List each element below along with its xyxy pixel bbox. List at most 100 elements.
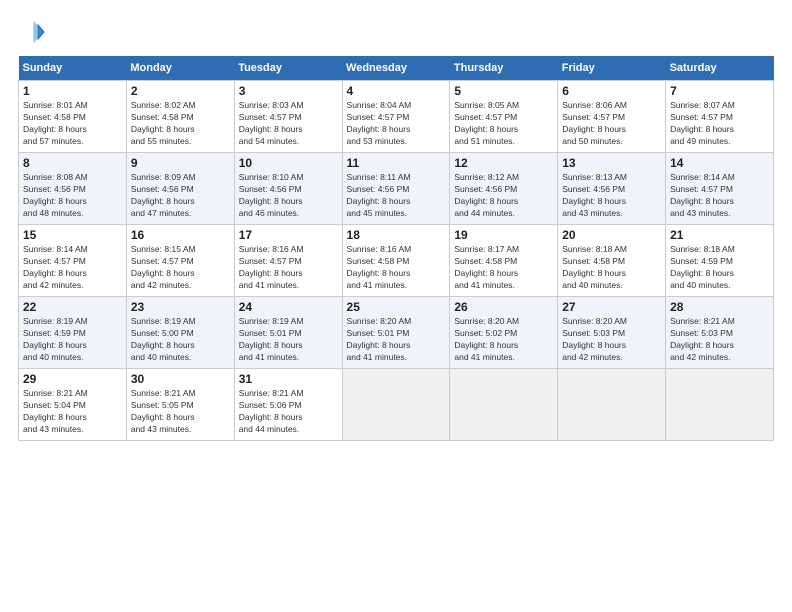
calendar-day-29: 29 Sunrise: 8:21 AMSunset: 5:04 PMDayligh… <box>19 369 127 441</box>
day-number: 9 <box>131 156 230 170</box>
day-detail: Sunrise: 8:18 AMSunset: 4:59 PMDaylight:… <box>670 244 735 290</box>
day-number: 31 <box>239 372 338 386</box>
day-detail: Sunrise: 8:21 AMSunset: 5:06 PMDaylight:… <box>239 388 304 434</box>
calendar-day-31: 31 Sunrise: 8:21 AMSunset: 5:06 PMDayligh… <box>234 369 342 441</box>
calendar-day-empty <box>558 369 666 441</box>
calendar-day-empty <box>450 369 558 441</box>
day-number: 18 <box>347 228 446 242</box>
calendar-table: SundayMondayTuesdayWednesdayThursdayFrid… <box>18 56 774 441</box>
calendar-day-10: 10Sunrise: 8:10 AMSunset: 4:56 PMDayligh… <box>234 153 342 225</box>
week-row-3: 22 Sunrise: 8:19 AMSunset: 4:59 PMDayligh… <box>19 297 774 369</box>
day-detail: Sunrise: 8:21 AMSunset: 5:03 PMDaylight:… <box>670 316 735 362</box>
day-number: 5 <box>454 84 553 98</box>
day-detail: Sunrise: 8:20 AMSunset: 5:02 PMDaylight:… <box>454 316 519 362</box>
day-detail: Sunrise: 8:06 AMSunset: 4:57 PMDaylight:… <box>562 100 627 146</box>
calendar-day-6: 6 Sunrise: 8:06 AMSunset: 4:57 PMDaylight… <box>558 81 666 153</box>
day-detail: Sunrise: 8:19 AMSunset: 5:00 PMDaylight:… <box>131 316 196 362</box>
week-row-4: 29 Sunrise: 8:21 AMSunset: 5:04 PMDayligh… <box>19 369 774 441</box>
day-detail: Sunrise: 8:05 AMSunset: 4:57 PMDaylight:… <box>454 100 519 146</box>
day-detail: Sunrise: 8:15 AMSunset: 4:57 PMDaylight:… <box>131 244 196 290</box>
day-number: 20 <box>562 228 661 242</box>
day-number: 21 <box>670 228 769 242</box>
day-detail: Sunrise: 8:03 AMSunset: 4:57 PMDaylight:… <box>239 100 304 146</box>
day-detail: Sunrise: 8:20 AMSunset: 5:03 PMDaylight:… <box>562 316 627 362</box>
day-detail: Sunrise: 8:13 AMSunset: 4:56 PMDaylight:… <box>562 172 627 218</box>
calendar-day-12: 12 Sunrise: 8:12 AMSunset: 4:56 PMDayligh… <box>450 153 558 225</box>
day-number: 2 <box>131 84 230 98</box>
day-number: 19 <box>454 228 553 242</box>
day-header-tuesday: Tuesday <box>234 56 342 81</box>
day-detail: Sunrise: 8:02 AMSunset: 4:58 PMDaylight:… <box>131 100 196 146</box>
day-detail: Sunrise: 8:18 AMSunset: 4:58 PMDaylight:… <box>562 244 627 290</box>
calendar-day-25: 25 Sunrise: 8:20 AMSunset: 5:01 PMDayligh… <box>342 297 450 369</box>
day-number: 15 <box>23 228 122 242</box>
day-number: 30 <box>131 372 230 386</box>
day-detail: Sunrise: 8:17 AMSunset: 4:58 PMDaylight:… <box>454 244 519 290</box>
day-detail: Sunrise: 8:20 AMSunset: 5:01 PMDaylight:… <box>347 316 412 362</box>
day-detail: Sunrise: 8:11 AMSunset: 4:56 PMDaylight:… <box>347 172 411 218</box>
calendar-day-3: 3 Sunrise: 8:03 AMSunset: 4:57 PMDaylight… <box>234 81 342 153</box>
calendar-day-22: 22 Sunrise: 8:19 AMSunset: 4:59 PMDayligh… <box>19 297 127 369</box>
day-header-wednesday: Wednesday <box>342 56 450 81</box>
calendar-day-11: 11 Sunrise: 8:11 AMSunset: 4:56 PMDayligh… <box>342 153 450 225</box>
calendar-day-1: 1Sunrise: 8:01 AMSunset: 4:58 PMDaylight… <box>19 81 127 153</box>
day-number: 12 <box>454 156 553 170</box>
day-number: 3 <box>239 84 338 98</box>
day-detail: Sunrise: 8:21 AMSunset: 5:05 PMDaylight:… <box>131 388 196 434</box>
day-number: 23 <box>131 300 230 314</box>
header-row: SundayMondayTuesdayWednesdayThursdayFrid… <box>19 56 774 81</box>
week-row-1: 8Sunrise: 8:08 AMSunset: 4:56 PMDaylight… <box>19 153 774 225</box>
day-header-thursday: Thursday <box>450 56 558 81</box>
day-number: 11 <box>347 156 446 170</box>
day-number: 6 <box>562 84 661 98</box>
calendar-day-14: 14 Sunrise: 8:14 AMSunset: 4:57 PMDayligh… <box>666 153 774 225</box>
calendar-day-19: 19 Sunrise: 8:17 AMSunset: 4:58 PMDayligh… <box>450 225 558 297</box>
day-number: 27 <box>562 300 661 314</box>
calendar-day-20: 20 Sunrise: 8:18 AMSunset: 4:58 PMDayligh… <box>558 225 666 297</box>
day-detail: Sunrise: 8:16 AMSunset: 4:57 PMDaylight:… <box>239 244 304 290</box>
calendar-day-27: 27 Sunrise: 8:20 AMSunset: 5:03 PMDayligh… <box>558 297 666 369</box>
day-detail: Sunrise: 8:19 AMSunset: 4:59 PMDaylight:… <box>23 316 88 362</box>
day-number: 24 <box>239 300 338 314</box>
calendar-day-23: 23 Sunrise: 8:19 AMSunset: 5:00 PMDayligh… <box>126 297 234 369</box>
calendar-day-13: 13 Sunrise: 8:13 AMSunset: 4:56 PMDayligh… <box>558 153 666 225</box>
day-number: 25 <box>347 300 446 314</box>
day-detail: Sunrise: 8:09 AMSunset: 4:56 PMDaylight:… <box>131 172 196 218</box>
header <box>18 18 774 46</box>
week-row-0: 1Sunrise: 8:01 AMSunset: 4:58 PMDaylight… <box>19 81 774 153</box>
week-row-2: 15Sunrise: 8:14 AMSunset: 4:57 PMDayligh… <box>19 225 774 297</box>
day-detail: Sunrise: 8:19 AMSunset: 5:01 PMDaylight:… <box>239 316 304 362</box>
calendar-day-4: 4Sunrise: 8:04 AMSunset: 4:57 PMDaylight… <box>342 81 450 153</box>
calendar-day-26: 26 Sunrise: 8:20 AMSunset: 5:02 PMDayligh… <box>450 297 558 369</box>
calendar-day-7: 7Sunrise: 8:07 AMSunset: 4:57 PMDaylight… <box>666 81 774 153</box>
calendar-day-2: 2 Sunrise: 8:02 AMSunset: 4:58 PMDaylight… <box>126 81 234 153</box>
day-number: 26 <box>454 300 553 314</box>
day-number: 10 <box>239 156 338 170</box>
calendar-day-8: 8Sunrise: 8:08 AMSunset: 4:56 PMDaylight… <box>19 153 127 225</box>
calendar-day-18: 18Sunrise: 8:16 AMSunset: 4:58 PMDayligh… <box>342 225 450 297</box>
calendar-day-30: 30 Sunrise: 8:21 AMSunset: 5:05 PMDayligh… <box>126 369 234 441</box>
day-number: 28 <box>670 300 769 314</box>
calendar-day-5: 5 Sunrise: 8:05 AMSunset: 4:57 PMDaylight… <box>450 81 558 153</box>
day-detail: Sunrise: 8:14 AMSunset: 4:57 PMDaylight:… <box>670 172 735 218</box>
logo <box>18 18 50 46</box>
day-header-monday: Monday <box>126 56 234 81</box>
calendar-day-9: 9 Sunrise: 8:09 AMSunset: 4:56 PMDaylight… <box>126 153 234 225</box>
day-detail: Sunrise: 8:07 AMSunset: 4:57 PMDaylight:… <box>670 100 735 146</box>
page: SundayMondayTuesdayWednesdayThursdayFrid… <box>0 0 792 451</box>
calendar-day-empty <box>666 369 774 441</box>
day-number: 14 <box>670 156 769 170</box>
day-detail: Sunrise: 8:01 AMSunset: 4:58 PMDaylight:… <box>23 100 88 146</box>
day-detail: Sunrise: 8:21 AMSunset: 5:04 PMDaylight:… <box>23 388 88 434</box>
day-number: 29 <box>23 372 122 386</box>
calendar-day-17: 17Sunrise: 8:16 AMSunset: 4:57 PMDayligh… <box>234 225 342 297</box>
day-header-saturday: Saturday <box>666 56 774 81</box>
logo-icon <box>18 18 46 46</box>
day-number: 22 <box>23 300 122 314</box>
day-header-sunday: Sunday <box>19 56 127 81</box>
calendar-day-21: 21 Sunrise: 8:18 AMSunset: 4:59 PMDayligh… <box>666 225 774 297</box>
calendar-day-28: 28 Sunrise: 8:21 AMSunset: 5:03 PMDayligh… <box>666 297 774 369</box>
day-detail: Sunrise: 8:12 AMSunset: 4:56 PMDaylight:… <box>454 172 519 218</box>
day-number: 13 <box>562 156 661 170</box>
day-detail: Sunrise: 8:08 AMSunset: 4:56 PMDaylight:… <box>23 172 88 218</box>
